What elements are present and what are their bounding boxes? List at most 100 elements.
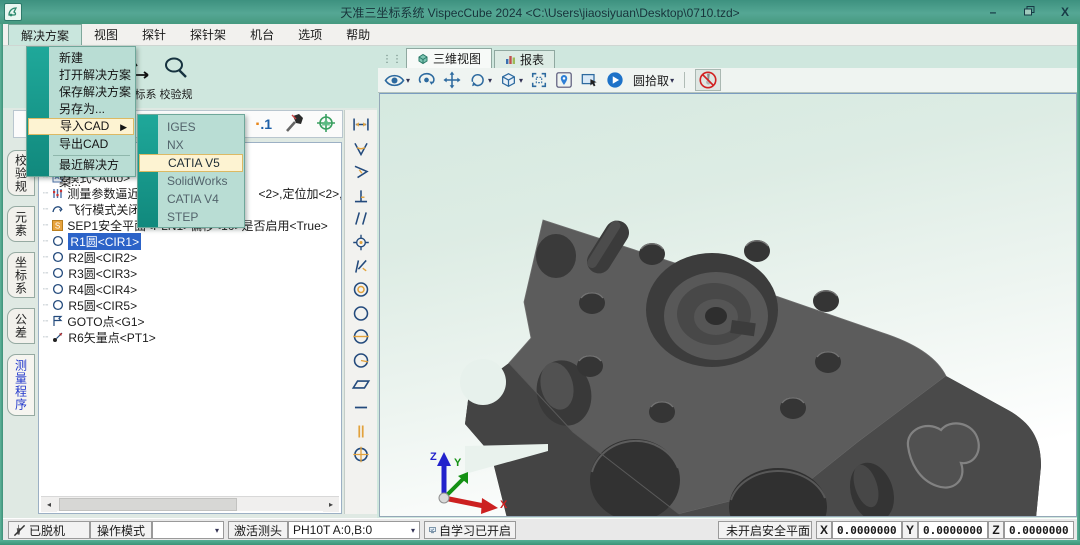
hammer-icon	[284, 113, 304, 133]
app-icon[interactable]	[4, 3, 22, 21]
view-tab-bar: ⋮⋮ 三维视图 报表	[378, 48, 1077, 68]
perpendicularity-tool[interactable]	[350, 185, 372, 206]
z-coordinate-value: 0.0000000	[1004, 521, 1074, 539]
viewport-3d[interactable]: Z Y X	[379, 93, 1077, 517]
submenu-item-nx[interactable]: NX	[139, 136, 243, 154]
status-bar: 已脱机 操作模式 ▾ 激活测头 PH10T A:0,B:0 ▾ 自学习已开启 未…	[0, 518, 1080, 540]
scroll-right-arrow[interactable]: ▸	[323, 497, 339, 512]
menu-probe[interactable]: 探针	[130, 24, 178, 45]
sidebar-tab-measure-program[interactable]: 测量程序	[7, 354, 35, 416]
submenu-item-catia-v4[interactable]: CATIA V4	[139, 190, 243, 208]
locate-tool[interactable]	[555, 71, 573, 89]
menu-options[interactable]: 选项	[286, 24, 334, 45]
tree-item-circle-1[interactable]: ┈ R1圆<CIR1>	[43, 233, 141, 249]
position-point-tool[interactable]	[350, 232, 372, 253]
menu-item-export-cad[interactable]: 导出CAD	[28, 136, 134, 153]
standard-views-tool[interactable]: ▾	[499, 71, 523, 89]
zoom-fit-tool[interactable]	[530, 71, 548, 89]
tree-item-circle-5[interactable]: ┈ R5圆<CIR5>	[43, 297, 137, 313]
decimal-places-tool[interactable]: ▪ .1	[256, 116, 272, 132]
submenu-arrow-icon: ▶	[120, 120, 127, 135]
menu-item-import-cad[interactable]: 导入CAD ▶	[28, 118, 134, 135]
runout-circle-tool[interactable]	[350, 350, 372, 371]
view-direction-tool[interactable]: ▾	[384, 73, 410, 88]
submenu-item-solidworks[interactable]: SolidWorks	[139, 172, 243, 190]
rotate-view-tool[interactable]: ▾	[468, 71, 492, 89]
menu-probe-rack[interactable]: 探针架	[178, 24, 238, 45]
straightness-tool[interactable]	[350, 397, 372, 418]
tab-drag-grip[interactable]: ⋮⋮	[382, 54, 402, 65]
position-tool[interactable]	[350, 444, 372, 465]
menu-solution[interactable]: 解决方案	[8, 24, 82, 45]
gauge-check-tool[interactable]: 校验规	[152, 52, 200, 104]
dropdown-arrow-icon: ▾	[215, 526, 219, 535]
tab-3d-view[interactable]: 三维视图	[406, 48, 492, 68]
sidebar-tab-tolerance[interactable]: 公差	[7, 308, 35, 344]
mode-combobox[interactable]: ▾	[152, 521, 224, 539]
tree-item-goto-point[interactable]: ┈ GOTO点<G1>	[43, 313, 145, 329]
sidebar-tab-coordinate[interactable]: 坐标系	[7, 252, 35, 298]
menu-item-save-as[interactable]: 另存为...	[28, 101, 134, 118]
restore-icon	[1024, 6, 1035, 16]
scrollbar-thumb[interactable]	[59, 498, 237, 511]
double-bar-tool[interactable]	[350, 421, 372, 442]
tab-report[interactable]: 报表	[494, 50, 555, 68]
probe-combobox[interactable]: PH10T A:0,B:0 ▾	[288, 521, 420, 539]
circle-feature-icon	[52, 235, 64, 247]
decimal-places-label: .1	[260, 116, 272, 132]
tree-item-label: R6矢量点<PT1>	[68, 329, 155, 346]
restore-button[interactable]	[1022, 5, 1036, 19]
tree-connector: ┈	[43, 220, 48, 231]
angle-z-tool[interactable]	[350, 161, 372, 182]
menu-item-recent-solutions[interactable]: 最近解决方案...	[28, 157, 134, 174]
angularity-tool[interactable]	[350, 256, 372, 277]
minimize-button[interactable]: –	[986, 5, 1000, 19]
gauge-check-icon	[162, 56, 190, 82]
menu-item-open-solution[interactable]: 打开解决方案	[28, 67, 134, 84]
menu-bar: 解决方案 视图 探针 探针架 机台 选项 帮助	[0, 24, 1080, 46]
sidebar-tab-elements[interactable]: 元素	[7, 206, 35, 242]
circle-pick-tool[interactable]: 圆拾取 ▾	[631, 72, 674, 89]
y-coordinate-value: 0.0000000	[918, 521, 988, 539]
probe-disabled-icon	[699, 71, 717, 89]
submenu-item-step[interactable]: STEP	[139, 208, 243, 226]
circle-feature-icon	[52, 283, 64, 295]
cad-align-tool[interactable]	[316, 113, 336, 136]
view-toolbar: ▾ ▾ ▾ 圆拾取 ▾	[378, 68, 1077, 93]
tree-item-circle-3[interactable]: ┈ R3圆<CIR3>	[43, 265, 137, 281]
parallelism-tool[interactable]	[350, 208, 372, 229]
concentricity-tool[interactable]	[350, 279, 372, 300]
tree-connector: ┈	[43, 204, 48, 215]
angle-v-tool[interactable]	[350, 138, 372, 159]
pan-tool[interactable]	[443, 71, 461, 89]
hammer-tool[interactable]	[284, 113, 304, 136]
probe-disable-tool[interactable]	[695, 69, 721, 91]
orbit-tool[interactable]	[417, 71, 436, 89]
menu-item-save-solution[interactable]: 保存解决方案	[28, 84, 134, 101]
application-window: 天准三坐标系统 VispecCube 2024 <C:\Users\jiaosi…	[0, 0, 1080, 545]
close-button[interactable]: X	[1058, 5, 1072, 19]
tree-connector: ┈	[43, 284, 48, 295]
tree-item-circle-4[interactable]: ┈ R4圆<CIR4>	[43, 281, 137, 297]
flatness-tool[interactable]	[350, 374, 372, 395]
tree-item-circle-2[interactable]: ┈ R2圆<CIR2>	[43, 249, 137, 265]
tree-item-vector-point[interactable]: ┈ R6矢量点<PT1>	[43, 329, 156, 345]
tree-item-flight-mode[interactable]: ┈ 飞行模式关闭	[43, 201, 140, 217]
symmetry-circle-tool[interactable]	[350, 326, 372, 347]
window-select-tool[interactable]	[580, 71, 599, 89]
selflearn-status[interactable]: 自学习已开启	[424, 521, 516, 539]
menu-item-new[interactable]: 新建	[28, 50, 134, 67]
scroll-left-arrow[interactable]: ◂	[41, 497, 57, 512]
run-tool[interactable]	[606, 71, 624, 89]
submenu-item-catia-v5[interactable]: CATIA V5	[139, 154, 243, 172]
tree-horizontal-scrollbar[interactable]: ◂ ▸	[41, 496, 339, 511]
menu-help[interactable]: 帮助	[334, 24, 382, 45]
distance-tool[interactable]	[350, 114, 372, 135]
tree-item-label: 飞行模式关闭	[68, 201, 140, 218]
roundness-tool[interactable]	[350, 303, 372, 324]
axis-x-label: X	[500, 499, 508, 511]
circle-feature-icon	[52, 267, 64, 279]
menu-view[interactable]: 视图	[82, 24, 130, 45]
menu-machine[interactable]: 机台	[238, 24, 286, 45]
submenu-item-iges[interactable]: IGES	[139, 118, 243, 136]
